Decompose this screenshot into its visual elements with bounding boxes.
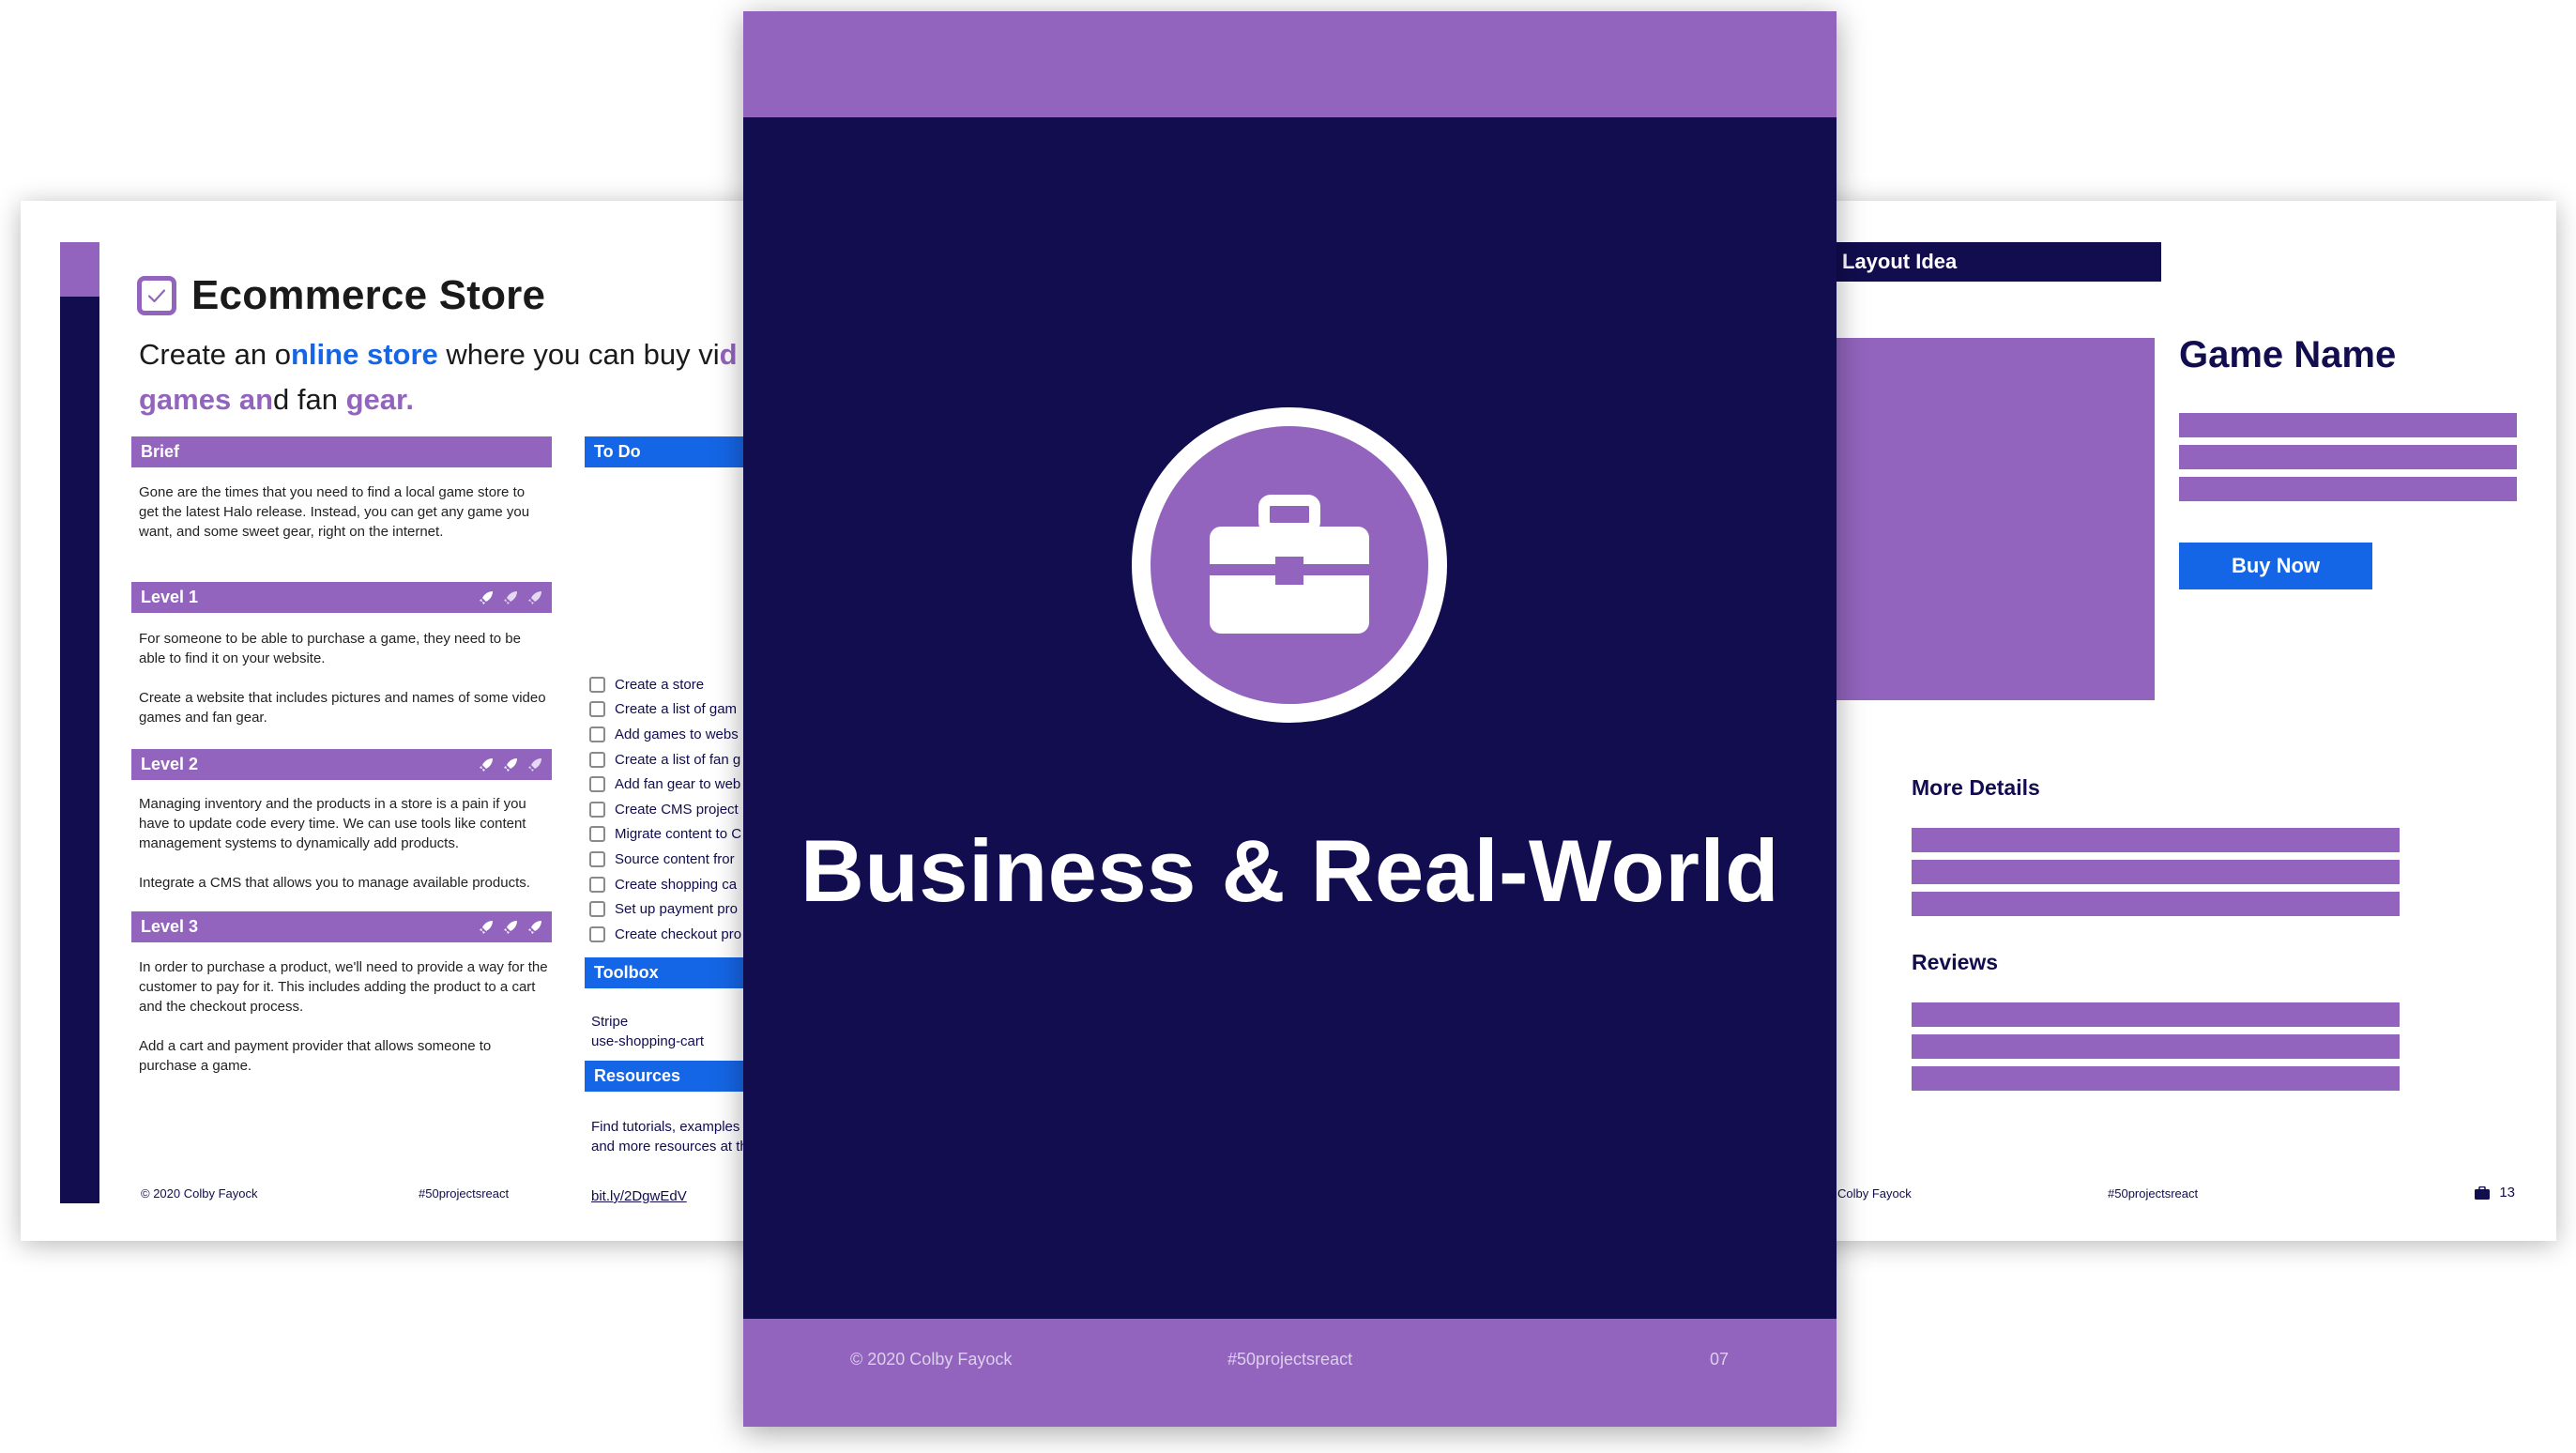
text-placeholder — [1912, 860, 2400, 884]
section-cover-page: Business & Real-World © 2020 Colby Fayoc… — [743, 11, 1837, 1427]
footer-copyright: © 2020 Colby Fayock — [141, 1186, 258, 1201]
toolbox-item: Stripe — [591, 1014, 629, 1030]
briefcase-icon — [2475, 1185, 2491, 1200]
resources-link[interactable]: bit.ly/2DgwEdV — [591, 1188, 687, 1204]
checkbox[interactable] — [589, 901, 605, 918]
more-details-heading: More Details — [1912, 775, 2040, 800]
level-2-text-1: Managing inventory and the products in a… — [139, 796, 526, 851]
text-placeholder — [1912, 1066, 2400, 1091]
text-placeholder — [1912, 892, 2400, 916]
level-3-text-2: Add a cart and payment provider that all… — [139, 1038, 492, 1074]
level-1-header: Level 1 — [131, 582, 552, 613]
project-title: Ecommerce Store — [191, 272, 546, 318]
checkbox[interactable] — [589, 826, 605, 843]
layout-idea-page: Layout Idea Game Name Buy Now More Detai… — [1745, 201, 2556, 1241]
rocket-icon — [528, 757, 541, 772]
brief-header: Brief — [131, 436, 552, 467]
level-2-header: Level 2 — [131, 749, 552, 780]
cover-top-band — [743, 11, 1837, 117]
checkbox[interactable] — [589, 701, 605, 718]
page-number: 13 — [2475, 1185, 2515, 1201]
level-1-text-2: Create a website that includes pictures … — [139, 690, 546, 726]
buy-now-button[interactable]: Buy Now — [2179, 543, 2372, 589]
rocket-icon — [528, 590, 541, 604]
footer-hashtag: #50projectsreact — [419, 1186, 510, 1201]
rocket-icons — [477, 749, 544, 780]
rocket-icon — [504, 757, 517, 772]
project-header: Ecommerce Store — [137, 272, 545, 319]
text-placeholder — [1912, 1002, 2400, 1027]
footer-copyright: Colby Fayock — [1837, 1186, 1912, 1201]
left-side-stripe — [60, 242, 99, 1203]
text-placeholder — [2179, 445, 2517, 469]
text-placeholder — [1912, 828, 2400, 852]
stripe-accent — [60, 242, 99, 297]
checkbox[interactable] — [589, 850, 605, 867]
text-placeholder — [2179, 477, 2517, 501]
checkbox[interactable] — [589, 876, 605, 893]
footer-copyright: © 2020 Colby Fayock — [850, 1350, 1013, 1369]
rocket-icon — [504, 920, 517, 934]
game-name-heading: Game Name — [2179, 334, 2397, 375]
checkbox[interactable] — [589, 676, 605, 693]
text-placeholder — [2179, 413, 2517, 437]
level-3-header: Level 3 — [131, 911, 552, 942]
page-spread: Ecommerce Store Create an online store w… — [0, 0, 2576, 1453]
project-subtitle: Create an online store where you can buy… — [139, 338, 738, 416]
level-1-text-1: For someone to be able to purchase a gam… — [139, 631, 521, 666]
checkbox[interactable] — [589, 801, 605, 818]
rocket-icon — [480, 757, 493, 772]
ecommerce-store-page: Ecommerce Store Create an online store w… — [21, 201, 846, 1241]
checkbox[interactable] — [589, 925, 605, 942]
rocket-icon — [480, 590, 493, 604]
rocket-icon — [504, 590, 517, 604]
text-placeholder — [1912, 1034, 2400, 1059]
checkbox-icon — [137, 276, 176, 315]
section-title: Business & Real-World — [800, 821, 1779, 920]
cover-bottom-band — [743, 1319, 1837, 1427]
level-3-text-1: In order to purchase a product, we'll ne… — [139, 959, 548, 1015]
rocket-icons — [477, 911, 544, 942]
briefcase-icon — [1132, 407, 1447, 723]
rocket-icon — [528, 920, 541, 934]
checkbox[interactable] — [589, 776, 605, 793]
brief-text: Gone are the times that you need to find… — [139, 484, 530, 540]
checkbox[interactable] — [589, 751, 605, 768]
checkbox[interactable] — [589, 726, 605, 742]
footer-hashtag: #50projectsreact — [1227, 1350, 1353, 1369]
rocket-icons — [477, 582, 544, 613]
toolbox-list: Stripe use-shopping-cart — [591, 1012, 704, 1051]
page-number: 07 — [1710, 1350, 1730, 1369]
footer-hashtag: #50projectsreact — [2108, 1186, 2199, 1201]
reviews-heading: Reviews — [1912, 950, 1999, 974]
rocket-icon — [480, 920, 493, 934]
toolbox-item: use-shopping-cart — [591, 1033, 705, 1049]
level-2-text-2: Integrate a CMS that allows you to manag… — [139, 875, 530, 891]
